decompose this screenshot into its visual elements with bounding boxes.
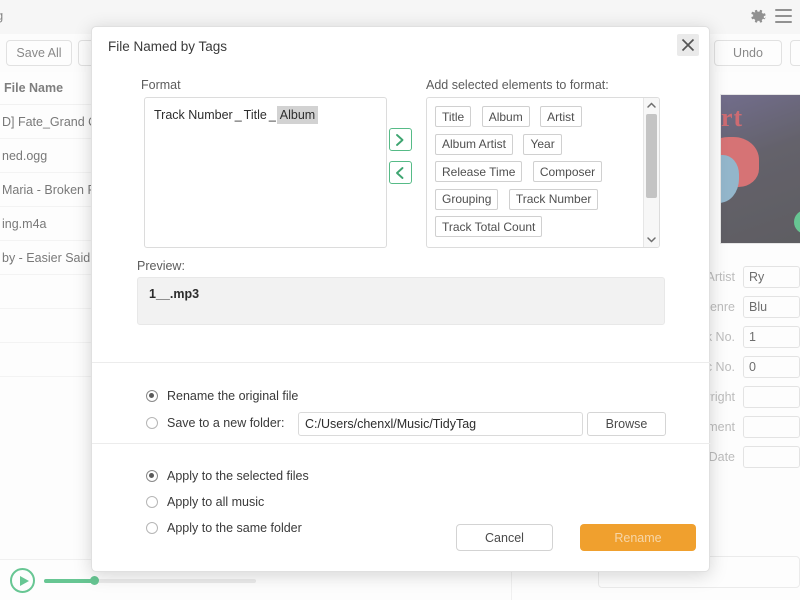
radio-label: Rename the original file	[167, 389, 299, 403]
format-tokens: Track Number _ Title _ Album	[153, 106, 378, 124]
rename-button[interactable]: Rename	[580, 524, 696, 551]
tag-album-artist[interactable]: Album Artist	[435, 133, 514, 155]
tag-release-time[interactable]: Release Time	[435, 161, 523, 182]
preview-label: Preview:	[137, 259, 185, 273]
radio-apply-all-music[interactable]: Apply to all music	[146, 495, 264, 509]
tag-album[interactable]: Album	[481, 106, 530, 127]
format-token[interactable]: _	[234, 106, 243, 124]
chevron-right-icon[interactable]	[389, 128, 412, 151]
radio-indicator[interactable]	[146, 417, 158, 429]
radio-label: Apply to the same folder	[167, 521, 302, 535]
tag-track-total-count[interactable]: Track Total Count	[435, 216, 543, 237]
radio-rename-original[interactable]: Rename the original file	[146, 389, 298, 403]
radio-indicator[interactable]	[146, 470, 158, 482]
tag-track-number[interactable]: Track Number	[508, 188, 599, 210]
tag-grouping[interactable]: Grouping	[435, 188, 499, 210]
tag-row: Grouping Track Number	[435, 188, 643, 210]
tag-row-clipped	[435, 244, 643, 248]
folder-path-input[interactable]: C:/Users/chenxl/Music/TidyTag	[298, 412, 583, 436]
preview-value: 1__.mp3	[149, 287, 200, 301]
dialog-title: File Named by Tags	[108, 39, 228, 54]
radio-label: Apply to the selected files	[167, 469, 309, 483]
tag-row: Track Total Count	[435, 216, 643, 237]
format-input[interactable]: Track Number _ Title _ Album	[144, 97, 387, 248]
format-token[interactable]: _	[268, 106, 277, 124]
chevron-up-icon[interactable]	[644, 98, 659, 112]
preview-box: 1__.mp3	[137, 277, 665, 325]
radio-indicator[interactable]	[146, 522, 158, 534]
add-elements-label: Add selected elements to format:	[426, 78, 609, 92]
tag-title[interactable]: Title	[435, 106, 472, 127]
divider	[92, 443, 711, 444]
tag-row: Release Time Composer	[435, 161, 643, 182]
tag-list: Title Album Artist Album Artist Year Rel…	[426, 97, 660, 248]
format-token[interactable]: Track Number	[153, 106, 234, 124]
tag-artist[interactable]: Artist	[540, 106, 582, 127]
file-named-by-tags-dialog: File Named by Tags Format Add selected e…	[91, 26, 711, 572]
radio-label: Save to a new folder:	[167, 416, 285, 430]
chevron-left-icon[interactable]	[389, 161, 412, 184]
tag-composer[interactable]: Composer	[532, 161, 603, 182]
radio-apply-same-folder[interactable]: Apply to the same folder	[146, 521, 302, 535]
format-token-selected[interactable]: Album	[276, 106, 319, 124]
tag-row: Album Artist Year	[435, 133, 643, 155]
cancel-button[interactable]: Cancel	[456, 524, 553, 551]
tag-rows: Title Album Artist Album Artist Year Rel…	[427, 98, 643, 248]
radio-label: Apply to all music	[167, 495, 265, 509]
chevron-down-icon[interactable]	[644, 233, 659, 247]
tag-list-scrollbar[interactable]	[643, 98, 659, 247]
app-window: g Save All U Undo File Name D] Fate_Gran…	[0, 0, 800, 600]
scrollbar-thumb[interactable]	[646, 114, 657, 198]
radio-apply-selected[interactable]: Apply to the selected files	[146, 469, 309, 483]
format-token[interactable]: Title	[243, 106, 268, 124]
radio-indicator[interactable]	[146, 496, 158, 508]
tag-row: Title Album Artist	[435, 106, 643, 127]
radio-indicator[interactable]	[146, 390, 158, 402]
tag-year[interactable]: Year	[523, 133, 562, 155]
close-icon[interactable]	[677, 34, 699, 56]
format-label: Format	[141, 78, 181, 92]
browse-button[interactable]: Browse	[587, 412, 666, 436]
divider	[92, 362, 711, 363]
radio-save-new-folder[interactable]: Save to a new folder:	[146, 416, 284, 430]
